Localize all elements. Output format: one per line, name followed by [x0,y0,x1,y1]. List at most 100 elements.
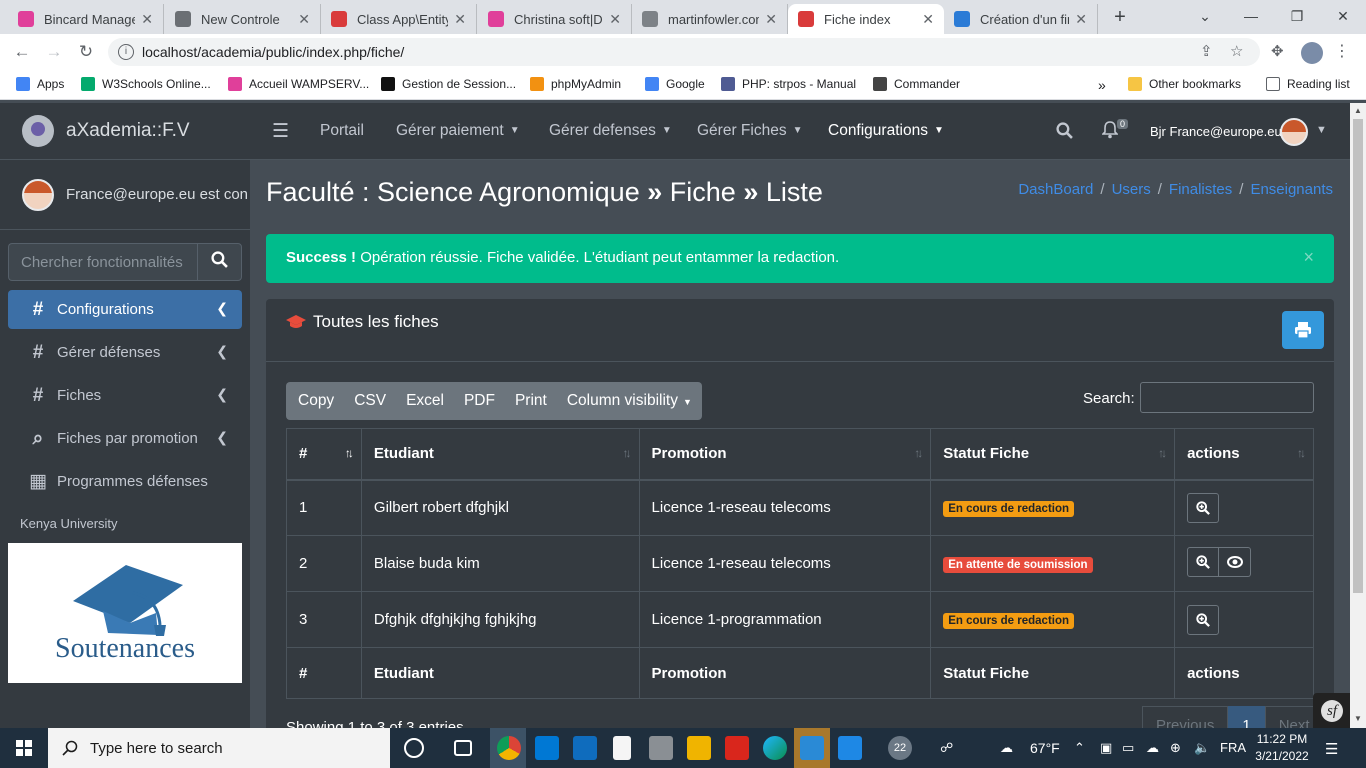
tab-close-icon[interactable]: ✕ [922,11,934,28]
user-dropdown-caret-icon[interactable]: ▼ [1316,124,1327,136]
sidebar-item-fiches-par-promotion[interactable]: ⌕ Fiches par promotion ❮ [8,419,242,458]
language-indicator[interactable]: FRA [1220,740,1246,755]
reading-list-button[interactable]: Reading list [1266,77,1350,91]
browser-tab-class-app-entity[interactable]: Class App\Entity\ ✕ [321,4,477,34]
nav-portail[interactable]: Portail [320,122,364,140]
onedrive-icon[interactable]: ☁ [1146,740,1159,756]
browser-tab-creation-d-un-fin[interactable]: Création d'un fin ✕ [944,4,1098,34]
bookmark-google[interactable]: Google [645,77,705,91]
breadcrumb-dashboard[interactable]: DashBoard [1018,181,1093,198]
bookmark-w3schools-online[interactable]: W3Schools Online... [81,77,211,91]
sidebar-item-gerer-defenses[interactable]: # Gérer défenses ❮ [8,333,242,372]
print-button[interactable] [1282,311,1324,349]
export-excel-button[interactable]: Excel [396,392,454,410]
photos-icon[interactable] [649,736,673,760]
column-header-actions[interactable]: actions ↑↓ [1174,428,1314,481]
column-header-number[interactable]: # ↑↓ [286,428,362,481]
tab-close-icon[interactable]: ✕ [454,11,466,28]
taskbar-search[interactable]: Type here to search [48,728,390,768]
scrollbar-thumb[interactable] [1353,119,1363,593]
mail-icon[interactable] [573,736,597,760]
browser-tab-fiche-index[interactable]: Fiche index ✕ [788,4,944,34]
hamburger-menu-icon[interactable]: ☰ [272,120,289,143]
brand-link[interactable]: aXademia::F.V [0,103,250,160]
cortana-icon[interactable] [404,738,424,758]
maximize-button[interactable]: ❐ [1274,0,1320,34]
user-greeting[interactable]: Bjr France@europe.eu [1150,124,1282,139]
volume-icon[interactable]: 🔈 [1194,740,1210,756]
export-csv-button[interactable]: CSV [344,392,396,410]
minimize-button[interactable]: — [1228,0,1274,34]
new-tab-button[interactable]: + [1108,4,1132,30]
url-text[interactable]: localhost/academia/public/index.php/fich… [142,44,404,60]
tab-close-icon[interactable]: ✕ [1075,11,1087,28]
browser-tab-new-controle[interactable]: New Controle ✕ [165,4,321,34]
nav-gerer-paiement[interactable]: Gérer paiement ▼ [396,122,520,140]
bookmark-commander[interactable]: Commander [873,77,960,91]
file-explorer-icon[interactable] [687,736,711,760]
tray-chevron-icon[interactable]: ⌃ [1074,740,1085,756]
symfony-toolbar-button[interactable]: sf [1313,693,1350,728]
vscode-icon[interactable] [800,736,824,760]
file-icon[interactable] [613,736,631,760]
extensions-puzzle-icon[interactable]: ✥ [1271,42,1284,60]
sidebar-search-input[interactable] [8,243,197,281]
notification-badge[interactable]: 22 [888,736,912,760]
column-header-statut-fiche[interactable]: Statut Fiche ↑↓ [930,428,1176,481]
column-header-etudiant[interactable]: Etudiant ↑↓ [360,428,640,481]
forward-arrow-icon[interactable]: → [42,40,66,64]
sidebar-search-button[interactable] [197,243,242,281]
breadcrumb-enseignants[interactable]: Enseignants [1250,181,1333,198]
page-1-button[interactable]: 1 [1228,706,1265,728]
close-window-button[interactable]: ✕ [1320,0,1366,34]
bell-icon[interactable] [1101,121,1119,144]
windows-start-icon[interactable] [16,740,32,756]
tab-close-icon[interactable]: ✕ [141,11,153,28]
bookmark-gestion-de-session[interactable]: Gestion de Session... [381,77,516,91]
reload-icon[interactable]: ↻ [74,40,98,64]
user-panel[interactable]: France@europe.eu est con [0,160,250,230]
browser-tab-bincard-manager[interactable]: Bincard Manager ✕ [8,4,164,34]
site-info-icon[interactable]: i [118,44,134,60]
view-fiche-button[interactable] [1187,546,1220,577]
tab-close-icon[interactable]: ✕ [609,11,621,28]
bookmark-apps[interactable]: Apps [16,77,64,91]
breadcrumb-finalistes[interactable]: Finalistes [1169,181,1232,198]
weather-temp[interactable]: 67°F [1030,740,1060,756]
bookmark-php-strpos-manual[interactable]: PHP: strpos - Manual [721,77,856,91]
acrobat-icon[interactable] [725,736,749,760]
export-pdf-button[interactable]: PDF [454,392,505,410]
browser-profile-avatar[interactable] [1301,42,1323,64]
network-globe-icon[interactable]: ⊕ [1170,740,1181,756]
navbar-user-avatar[interactable] [1280,118,1308,146]
toggle-visibility-button[interactable] [1219,546,1252,577]
back-arrow-icon[interactable]: ← [10,40,34,64]
sidebar-item-configurations[interactable]: # Configurations ❮ [8,290,242,329]
action-center-icon[interactable]: ☰ [1325,740,1338,758]
sidebar-item-programmes-defenses[interactable]: ▦ Programmes défenses [8,462,242,501]
breadcrumb-users[interactable]: Users [1112,181,1151,198]
navbar-search-icon[interactable] [1056,122,1073,144]
bookmark-accueil-wampserv[interactable]: Accueil WAMPSERV... [228,77,369,91]
page-previous-button[interactable]: Previous [1142,706,1229,728]
export-print-button[interactable]: Print [505,392,557,410]
sidebar-item-fiches[interactable]: # Fiches ❮ [8,376,242,415]
nav-configurations[interactable]: Configurations ▼ [828,122,944,140]
more-bookmarks-chevron-icon[interactable]: » [1098,77,1106,93]
battery-icon[interactable]: ▭ [1122,740,1134,756]
tab-search-icon[interactable]: ⌄ [1182,0,1228,34]
view-fiche-button[interactable] [1187,492,1220,523]
task-view-icon[interactable] [454,740,472,756]
tab-close-icon[interactable]: ✕ [765,11,777,28]
chrome-icon[interactable] [497,736,521,760]
weather-icon[interactable]: ☁ [1000,740,1013,756]
export-copy-button[interactable]: Copy [286,392,344,410]
scroll-up-arrow-icon[interactable]: ▲ [1354,106,1362,115]
tab-close-icon[interactable]: ✕ [298,11,310,28]
bookmark-star-icon[interactable]: ☆ [1230,42,1243,60]
page-scrollbar[interactable]: ▲ ▼ [1350,103,1366,728]
tray-app-icon[interactable]: ▣ [1100,740,1112,756]
other-bookmarks-folder[interactable]: Other bookmarks [1128,77,1241,91]
browser-tab-martinfowler-com[interactable]: martinfowler.com ✕ [632,4,788,34]
nav-gerer-fiches[interactable]: Gérer Fiches ▼ [697,122,803,140]
